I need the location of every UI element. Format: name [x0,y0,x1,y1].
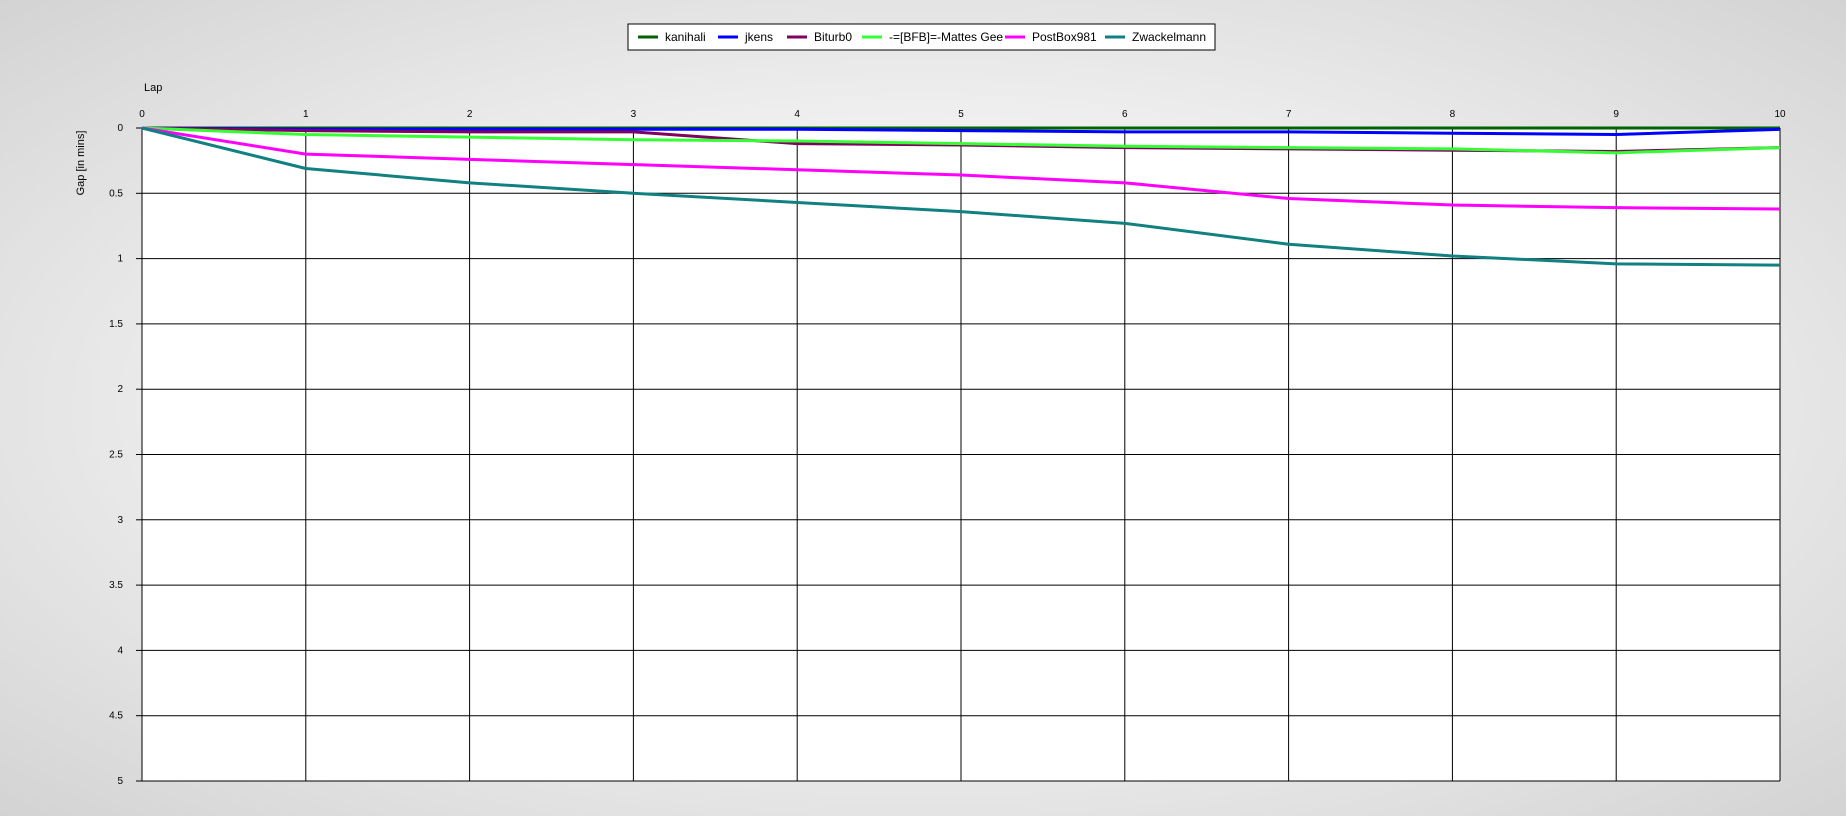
legend-label: Biturb0 [814,30,852,44]
line-chart: kanihali jkens Biturb0 -=[BFB]=-Mattes Gee P… [75,23,1786,787]
legend-label: Zwackelmann [1132,30,1206,44]
y-tick-label: 2 [117,384,123,395]
y-tick-label: 1 [117,254,123,265]
legend-label: -=[BFB]=-Mattes Gee [889,30,1003,44]
x-tick-label: 6 [1122,109,1128,120]
x-tick-label: 4 [794,109,800,120]
x-tick-label: 7 [1286,109,1292,120]
x-tick-label: 5 [958,109,964,120]
y-tick-label: 1.5 [109,319,123,330]
legend-label: kanihali [665,30,706,44]
x-tick-label: 3 [631,109,637,120]
x-tick-label: 9 [1613,109,1619,120]
y-tick-label: 3.5 [109,580,123,591]
y-tick-label: 4.5 [109,711,123,722]
y-tick-label: 0.5 [109,188,123,199]
x-tick-label: 2 [467,109,473,120]
y-tick-label: 4 [117,645,123,656]
y-tick-labels: 0 0.5 1 1.5 2 2.5 3 3.5 4 4.5 5 [109,123,123,787]
legend: kanihali jkens Biturb0 -=[BFB]=-Mattes Gee P… [627,23,1216,51]
x-tick-label: 10 [1774,109,1786,120]
x-tick-label: 1 [303,109,309,120]
x-axis-title: Lap [144,82,162,94]
legend-label: PostBox981 [1032,30,1097,44]
y-tick-label: 5 [117,776,123,787]
x-tick-label: 8 [1450,109,1456,120]
y-axis-title: Gap [in mins] [75,131,87,196]
x-tick-label: 0 [139,109,145,120]
y-tick-label: 2.5 [109,450,123,461]
y-tick-label: 0 [117,123,123,134]
y-tick-label: 3 [117,515,123,526]
legend-label: jkens [744,30,773,44]
x-tick-labels: 0 1 2 3 4 5 6 7 8 9 10 [139,109,1786,120]
